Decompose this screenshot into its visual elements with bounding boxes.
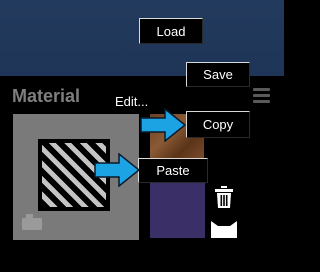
panel-title: Material	[12, 86, 81, 106]
tray-icon[interactable]	[211, 221, 237, 238]
paste-button[interactable]: Paste	[138, 158, 208, 183]
arrow-icon	[94, 153, 140, 187]
save-button[interactable]: Save	[186, 62, 250, 87]
hamburger-icon[interactable]	[253, 88, 270, 103]
color-swatch[interactable]	[150, 183, 205, 238]
folder-icon	[22, 214, 42, 230]
load-button[interactable]: Load	[139, 18, 203, 44]
trash-icon[interactable]	[215, 186, 233, 208]
copy-button[interactable]: Copy	[186, 111, 250, 138]
arrow-icon	[140, 108, 186, 142]
edit-menu-label[interactable]: Edit...	[115, 94, 148, 109]
